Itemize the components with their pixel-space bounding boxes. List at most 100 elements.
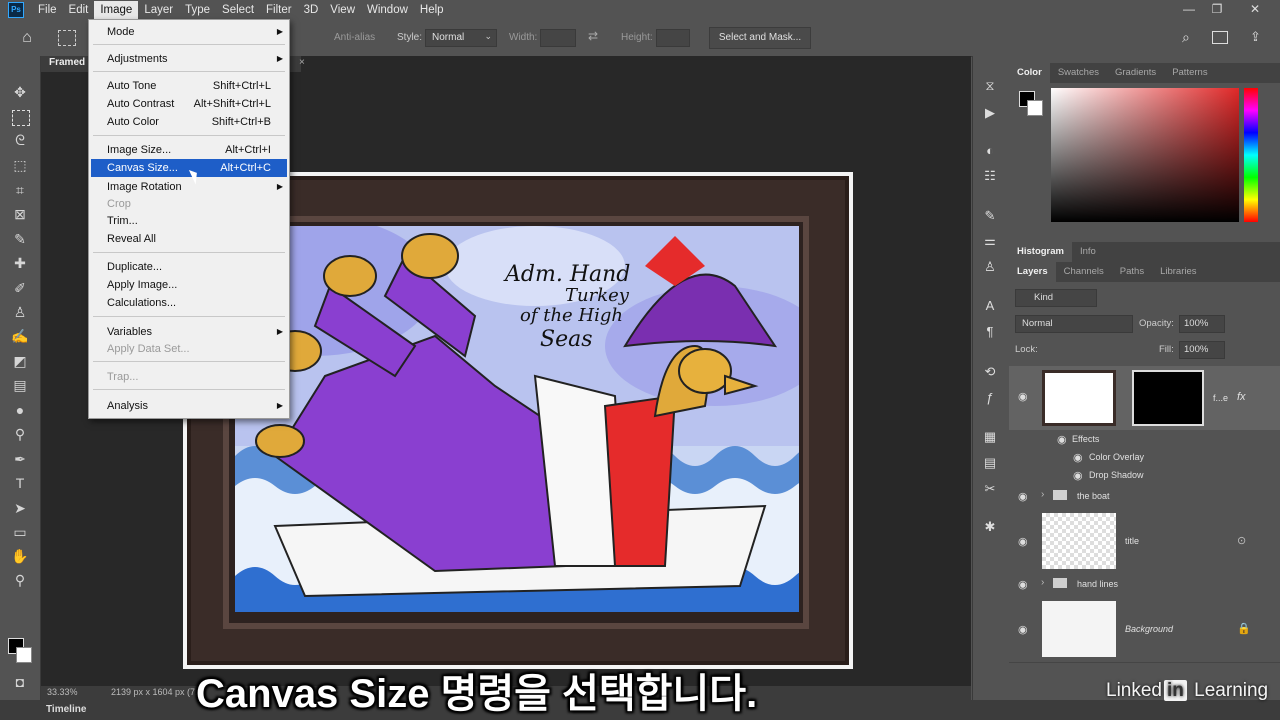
visibility-eye-icon[interactable]: ◉ <box>1018 623 1028 636</box>
menu-item-auto-tone[interactable]: Auto Tone Shift+Ctrl+L <box>89 77 289 95</box>
menu-select[interactable]: Select <box>216 1 260 19</box>
glyphs-panel-icon[interactable]: ▦ <box>980 427 1000 447</box>
width-input[interactable] <box>540 29 576 47</box>
clone-source-icon[interactable]: ♙ <box>980 257 1000 277</box>
anti-alias-label[interactable]: Anti-alias <box>334 32 375 43</box>
menu-item-analysis[interactable]: Analysis ▶ <box>89 397 289 415</box>
blur-tool-icon[interactable]: ● <box>10 400 30 420</box>
hue-slider[interactable] <box>1244 88 1258 222</box>
styles-panel-icon[interactable]: ⟲ <box>980 362 1000 382</box>
tab-libraries[interactable]: Libraries <box>1152 262 1204 282</box>
menu-item-trim[interactable]: Trim... <box>89 212 289 230</box>
object-select-icon[interactable]: ⬚ <box>10 155 30 175</box>
zoom-level[interactable]: 33.33% <box>47 687 78 697</box>
menu-file[interactable]: File <box>32 1 63 19</box>
close-tab-icon[interactable]: × <box>299 57 305 68</box>
actions-panel-icon[interactable]: ▶ <box>980 103 1000 123</box>
tab-gradients[interactable]: Gradients <box>1107 63 1164 83</box>
tab-patterns[interactable]: Patterns <box>1164 63 1215 83</box>
blend-mode-select[interactable]: Normal <box>1015 315 1133 333</box>
path-select-icon[interactable]: ➤ <box>10 498 30 518</box>
layer-group-the-boat[interactable]: ◉ › the boat <box>1009 486 1280 509</box>
menu-item-adjustments[interactable]: Adjustments ▶ <box>89 50 289 68</box>
style-select[interactable]: Normal ⌄ <box>425 29 497 47</box>
rectangular-marquee-icon[interactable] <box>12 110 30 126</box>
brushes-panel-icon[interactable]: ✎ <box>980 206 1000 226</box>
quick-mask-icon[interactable]: ◘ <box>10 672 30 692</box>
menu-item-canvas-size[interactable]: Canvas Size... Alt+Ctrl+C <box>91 159 287 177</box>
layer-background[interactable]: ◉ Background 🔒 <box>1009 596 1280 663</box>
menu-item-calculations[interactable]: Calculations... <box>89 294 289 312</box>
paragraph-panel-icon[interactable]: ¶ <box>980 322 1000 342</box>
properties-panel-icon[interactable]: ☷ <box>980 166 1000 186</box>
menu-layer[interactable]: Layer <box>138 1 179 19</box>
history-brush-icon[interactable]: ✍ <box>10 326 30 346</box>
fx-panel-icon[interactable]: ƒ <box>980 388 1000 408</box>
tab-color[interactable]: Color <box>1009 63 1050 83</box>
dodge-tool-icon[interactable]: ⚲ <box>10 424 30 444</box>
height-input[interactable] <box>656 29 690 47</box>
rectangle-tool-icon[interactable]: ▭ <box>10 522 30 542</box>
menu-item-variables[interactable]: Variables ▶ <box>89 323 289 341</box>
character-panel-icon[interactable]: A <box>980 296 1000 316</box>
menu-view[interactable]: View <box>324 1 361 19</box>
crop-tool-icon[interactable]: ⌗ <box>10 180 30 200</box>
timeline-tab[interactable]: Timeline <box>46 704 86 715</box>
gradient-tool-icon[interactable]: ▤ <box>10 375 30 395</box>
color-field[interactable] <box>1051 88 1239 222</box>
menu-item-apply-image[interactable]: Apply Image... <box>89 276 289 294</box>
color-background-swatch[interactable] <box>1027 100 1043 116</box>
menu-item-auto-contrast[interactable]: Auto Contrast Alt+Shift+Ctrl+L <box>89 95 289 113</box>
layer-frame[interactable]: ◉ f...e fx <box>1009 366 1280 431</box>
fill-input[interactable]: 100% <box>1179 341 1225 359</box>
workspace-icon[interactable] <box>1212 31 1228 44</box>
tab-histogram[interactable]: Histogram <box>1009 242 1072 262</box>
visibility-eye-icon[interactable]: ◉ <box>1018 390 1028 403</box>
close-button[interactable]: ✕ <box>1242 0 1268 20</box>
pen-tool-icon[interactable]: ✒ <box>10 449 30 469</box>
menu-type[interactable]: Type <box>179 1 216 19</box>
eyedropper-icon[interactable]: ✎ <box>10 229 30 249</box>
hand-tool-icon[interactable]: ✋ <box>10 546 30 566</box>
move-tool-icon[interactable]: ✥ <box>10 82 30 102</box>
menu-item-reveal-all[interactable]: Reveal All <box>89 230 289 248</box>
layer-filter-select[interactable]: Kind <box>1015 289 1097 307</box>
tools-panel-icon[interactable]: ✂ <box>980 479 1000 499</box>
menu-item-duplicate[interactable]: Duplicate... <box>89 258 289 276</box>
search-icon[interactable]: ⌕ <box>1182 29 1190 46</box>
visibility-eye-icon[interactable]: ◉ <box>1018 578 1028 591</box>
restore-button[interactable]: ❐ <box>1204 0 1230 20</box>
lasso-tool-icon[interactable]: ᘓ <box>10 130 30 150</box>
menu-window[interactable]: Window <box>361 1 414 19</box>
menu-item-image-size[interactable]: Image Size... Alt+Ctrl+I <box>89 141 289 159</box>
effects-eye-icon[interactable]: ◉ <box>1057 433 1067 446</box>
menu-edit[interactable]: Edit <box>63 1 95 19</box>
share-icon[interactable]: ⇪ <box>1250 29 1261 45</box>
fx-icon[interactable]: fx <box>1237 391 1246 403</box>
adjustments-panel-icon[interactable]: ◐ <box>980 141 1000 161</box>
type-tool-icon[interactable]: T <box>10 473 30 493</box>
tab-channels[interactable]: Channels <box>1056 262 1112 282</box>
menu-3d[interactable]: 3D <box>298 1 325 19</box>
layer-effects-row[interactable]: ◉ Effects <box>1009 430 1280 449</box>
layer-title[interactable]: ◉ title ⊙ <box>1009 508 1280 575</box>
visibility-eye-icon[interactable]: ◉ <box>1018 535 1028 548</box>
menu-image[interactable]: Image <box>94 1 139 19</box>
brush-tool-icon[interactable]: ✐ <box>10 278 30 298</box>
history-panel-icon[interactable]: ⧖ <box>980 76 1000 96</box>
tab-layers[interactable]: Layers <box>1009 262 1056 282</box>
layer-effect-drop-shadow[interactable]: ◉ Drop Shadow <box>1009 466 1280 487</box>
menu-item-mode[interactable]: Mode ▶ <box>89 23 289 41</box>
tab-info[interactable]: Info <box>1072 242 1104 262</box>
brush-settings-icon[interactable]: ⚌ <box>980 231 1000 251</box>
color-overlay-eye-icon[interactable]: ◉ <box>1073 451 1083 464</box>
menu-help[interactable]: Help <box>414 1 450 19</box>
home-icon[interactable]: ⌂ <box>18 29 36 47</box>
tab-paths[interactable]: Paths <box>1112 262 1152 282</box>
visibility-eye-icon[interactable]: ◉ <box>1018 490 1028 503</box>
tab-swatches[interactable]: Swatches <box>1050 63 1107 83</box>
menu-filter[interactable]: Filter <box>260 1 298 19</box>
menu-item-auto-color[interactable]: Auto Color Shift+Ctrl+B <box>89 113 289 131</box>
minimize-button[interactable]: — <box>1176 0 1202 20</box>
eraser-icon[interactable]: ◩ <box>10 351 30 371</box>
